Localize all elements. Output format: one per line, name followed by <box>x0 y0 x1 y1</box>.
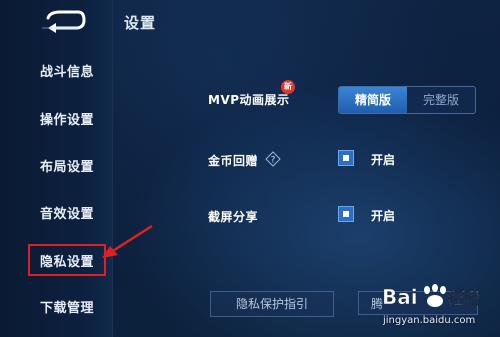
baidu-watermark-logo: Bai 经验 <box>382 284 481 309</box>
sidebar-item-layout[interactable]: 布局设置 <box>8 151 104 179</box>
mvp-simple-option[interactable]: 精简版 <box>339 87 407 113</box>
sidebar-item-sound[interactable]: 音效设置 <box>8 198 104 226</box>
sidebar: 战斗信息 操作设置 布局设置 音效设置 隐私设置 下载管理 <box>0 0 113 337</box>
gold-gift-state-label: 开启 <box>371 153 396 167</box>
settings-screen: 战斗信息 操作设置 布局设置 音效设置 隐私设置 下载管理 设置 MVP动画展示… <box>0 0 500 337</box>
back-button[interactable] <box>38 8 88 36</box>
gold-gift-label: 金币回赠 <box>208 154 259 168</box>
sidebar-item-controls[interactable]: 操作设置 <box>8 104 104 132</box>
screenshot-share-checkbox[interactable] <box>338 206 354 222</box>
sidebar-item-label: 布局设置 <box>40 159 95 175</box>
privacy-guide-button[interactable]: 隐私保护指引 <box>210 291 334 317</box>
question-icon[interactable]: ? <box>265 151 281 167</box>
annotation-arrow-icon <box>102 224 153 258</box>
watermark-url: jingyan.baidu.com <box>383 315 476 326</box>
page-title: 设置 <box>124 14 157 32</box>
svg-text:经验: 经验 <box>448 289 481 308</box>
sidebar-item-battle-info[interactable]: 战斗信息 <box>8 56 104 84</box>
mvp-mode-toggle: 精简版 完整版 <box>338 86 476 114</box>
sidebar-item-label: 隐私设置 <box>40 254 95 270</box>
sidebar-item-label: 操作设置 <box>40 112 95 128</box>
gold-gift-checkbox[interactable] <box>338 150 354 166</box>
back-arrow-icon <box>42 10 86 33</box>
screenshot-share-state-label: 开启 <box>371 209 396 223</box>
mvp-animation-label: MVP动画展示 <box>208 93 290 107</box>
screenshot-share-label: 截屏分享 <box>208 210 259 224</box>
sidebar-item-label: 战斗信息 <box>40 64 95 80</box>
sidebar-item-label: 音效设置 <box>40 206 95 222</box>
svg-text:Bai: Bai <box>382 285 418 309</box>
mvp-full-option[interactable]: 完整版 <box>407 87 475 113</box>
new-badge: 新 <box>281 80 295 94</box>
svg-text:?: ? <box>271 156 276 166</box>
sidebar-item-downloads[interactable]: 下载管理 <box>8 292 104 320</box>
sidebar-item-label: 下载管理 <box>40 300 95 316</box>
sidebar-item-privacy[interactable]: 隐私设置 <box>28 244 106 276</box>
